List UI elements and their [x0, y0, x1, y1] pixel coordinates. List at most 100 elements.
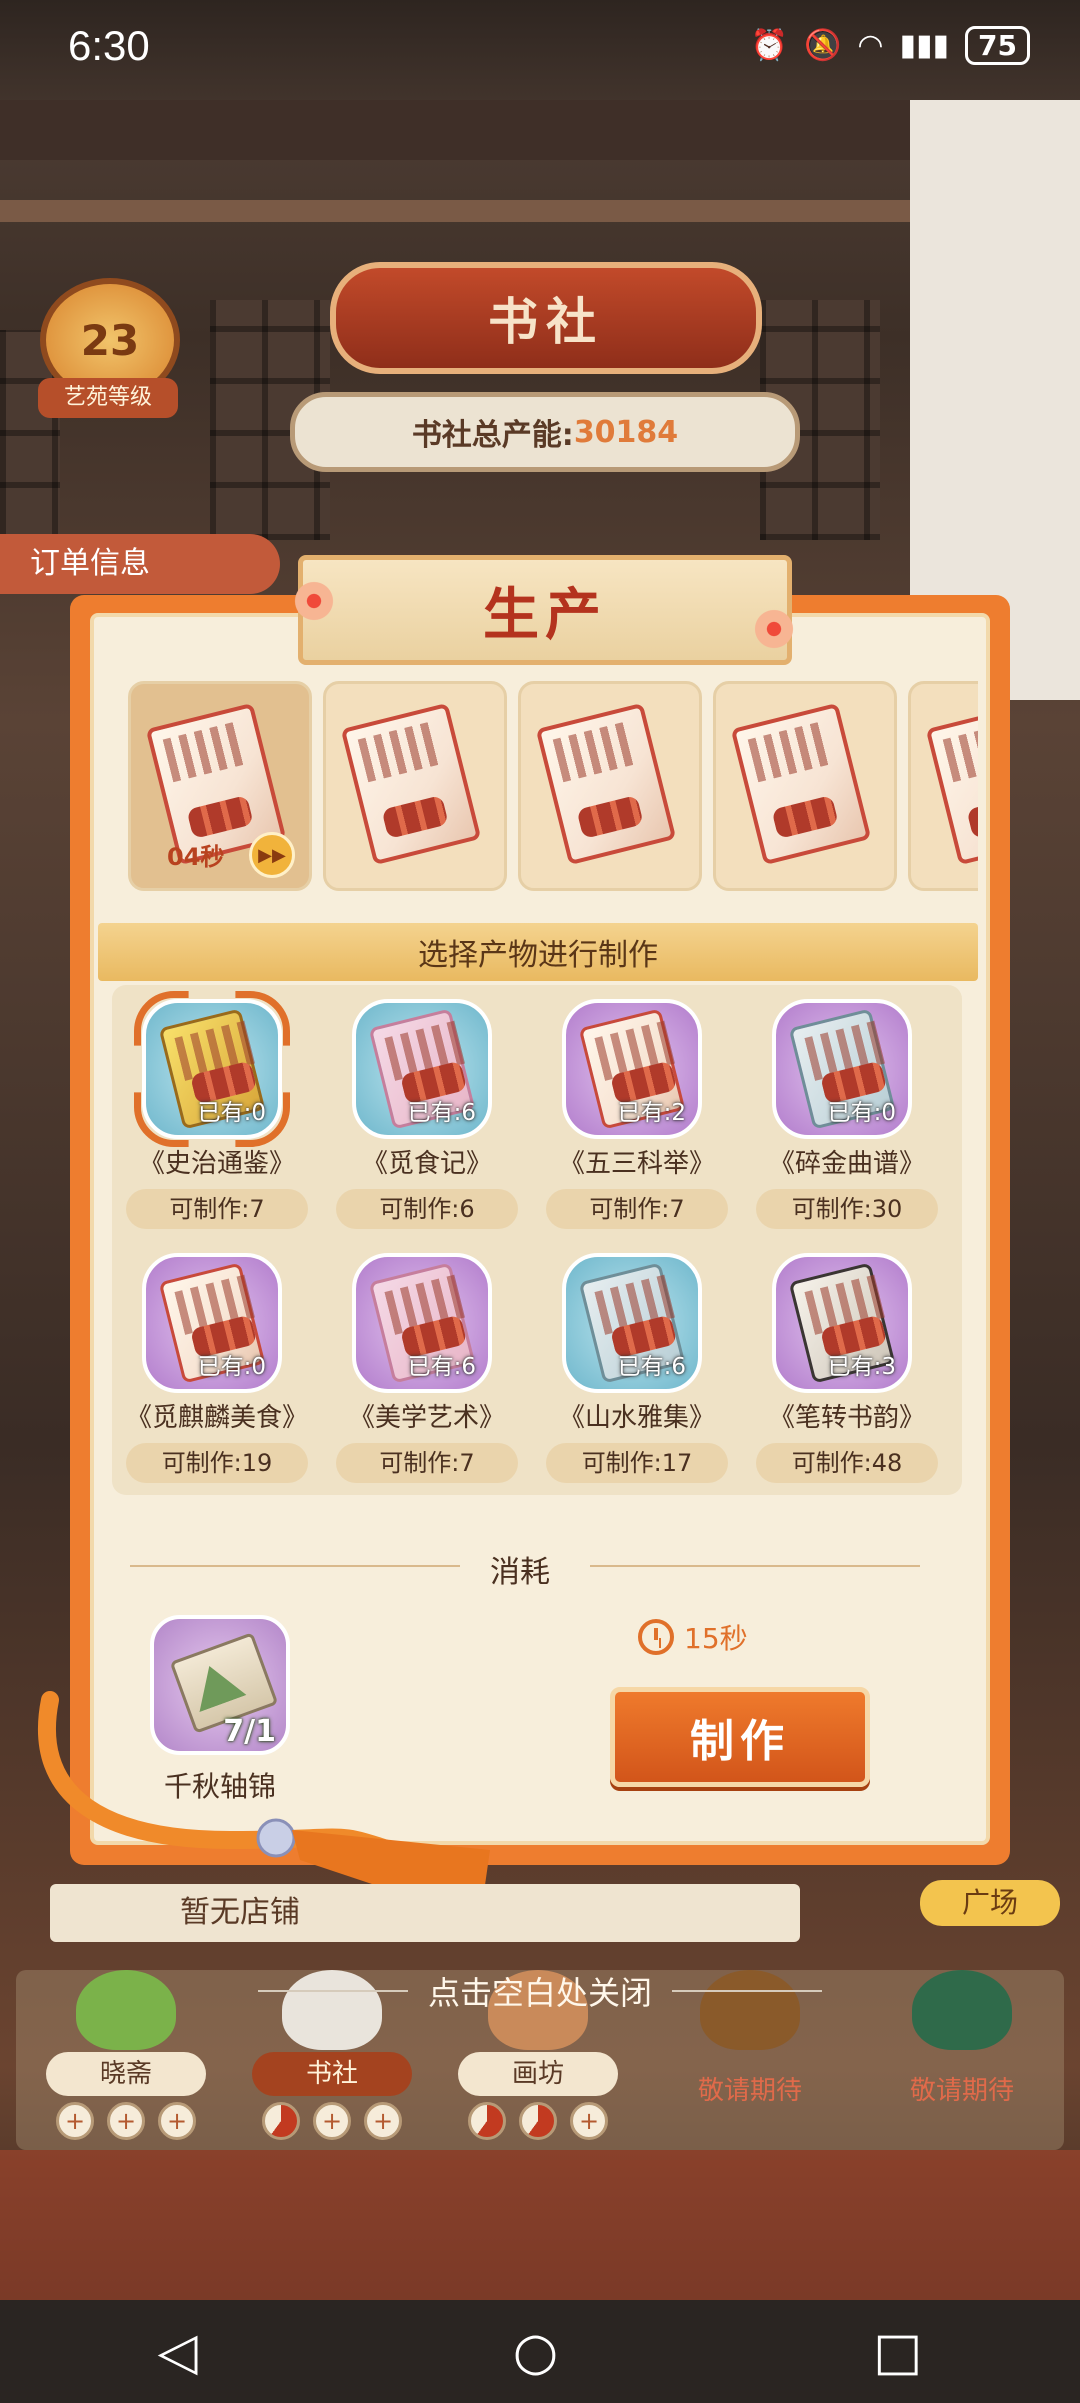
product-card[interactable]: 已有:3 《笔转书韵》 可制作:48 [742, 1245, 952, 1495]
makeable-count: 可制作:17 [546, 1443, 728, 1483]
production-queue: 04秒 ▶▶ [128, 671, 978, 891]
capacity-display: 书社总产能: 30184 [290, 392, 800, 472]
coming-soon-label: 敬请期待 [697, 2076, 802, 2106]
make-button[interactable]: 制作 [610, 1687, 870, 1787]
book-icon: 已有:6 [562, 1253, 702, 1393]
queue-slot[interactable] [323, 681, 507, 891]
product-name: 《五三科举》 [558, 1149, 715, 1179]
owned-count: 已有:2 [617, 1100, 686, 1126]
product-name: 《美学艺术》 [348, 1403, 505, 1433]
recents-icon[interactable]: □ [873, 2322, 922, 2382]
coming-soon-label: 敬请期待 [909, 2076, 1014, 2106]
level-badge[interactable]: 23 艺苑等级 [18, 278, 190, 428]
home-icon[interactable]: ○ [513, 2322, 558, 2382]
add-slot-icon[interactable]: + [313, 2102, 351, 2140]
product-card[interactable]: 已有:0 《碎金曲谱》 可制作:30 [742, 991, 952, 1241]
club-title: 书社 [330, 262, 762, 374]
add-slot-icon[interactable]: + [364, 2102, 402, 2140]
owned-count: 已有:0 [827, 1100, 896, 1126]
fast-forward-icon[interactable]: ▶▶ [249, 832, 295, 878]
product-name: 《碎金曲谱》 [768, 1149, 925, 1179]
dialog-title: 生产 [298, 555, 792, 665]
product-name: 《觅麒麟美食》 [125, 1403, 308, 1433]
building-slots: + + + [56, 2102, 196, 2140]
owned-count: 已有:6 [617, 1354, 686, 1380]
system-nav-bar: ◁ ○ □ [0, 2300, 1080, 2403]
product-card[interactable]: 已有:0 《史治通鉴》 可制作:7 [112, 991, 322, 1241]
book-icon: 已有:6 [352, 1253, 492, 1393]
building-name: 书社 [252, 2052, 412, 2096]
flower-ornament-icon [290, 577, 338, 625]
battery-icon: 75 [965, 26, 1030, 65]
consume-label: 消耗 [490, 1555, 550, 1590]
product-grid: 已有:0 《史治通鉴》 可制作:7 已有:6 《觅食记》 可制作:6 已有:2 … [112, 985, 962, 1495]
product-card[interactable]: 已有:2 《五三科举》 可制作:7 [532, 991, 742, 1241]
book-icon: 已有:0 [142, 999, 282, 1139]
capacity-value: 30184 [573, 414, 679, 450]
building-name: 晓斋 [46, 2052, 206, 2096]
owned-count: 已有:0 [197, 1100, 266, 1126]
status-bar: 6:30 ⏰ 🔕 ◠ ▮▮▮ 75 [0, 0, 1080, 100]
select-product-banner: 选择产物进行制作 [98, 923, 978, 981]
floor-carpet [0, 2150, 1080, 2300]
close-hint-text: 点击空白处关闭 [427, 1974, 652, 2012]
makeable-count: 可制作:7 [336, 1443, 518, 1483]
add-slot-icon[interactable]: + [158, 2102, 196, 2140]
queue-slot[interactable] [908, 681, 978, 891]
owned-count: 已有:0 [197, 1354, 266, 1380]
book-icon: 已有:0 [772, 999, 912, 1139]
bell-off-icon: 🔕 [803, 28, 842, 63]
level-label: 艺苑等级 [38, 378, 178, 418]
queue-slot[interactable] [518, 681, 702, 891]
building-name: 画坊 [458, 2052, 618, 2096]
add-slot-icon[interactable]: + [570, 2102, 608, 2140]
building-slots: + + [262, 2102, 402, 2140]
product-card[interactable]: 已有:0 《觅麒麟美食》 可制作:19 [112, 1245, 322, 1495]
production-dialog: 生产 04秒 ▶▶ 选择产物进行制作 已有:0 《史治通鉴》 可制作:7 已有:… [70, 555, 1010, 1865]
makeable-count: 可制作:7 [546, 1189, 728, 1229]
status-icons: ⏰ 🔕 ◠ ▮▮▮ 75 [751, 26, 1030, 65]
square-tag[interactable]: 广场 [920, 1880, 1060, 1926]
product-name: 《史治通鉴》 [138, 1149, 295, 1179]
queue-slot[interactable] [713, 681, 897, 891]
add-slot-icon[interactable]: + [107, 2102, 145, 2140]
book-icon: 已有:2 [562, 999, 702, 1139]
makeable-count: 可制作:48 [756, 1443, 938, 1483]
busy-slot-icon[interactable] [468, 2102, 506, 2140]
product-card[interactable]: 已有:6 《觅食记》 可制作:6 [322, 991, 532, 1241]
owned-count: 已有:6 [407, 1354, 476, 1380]
book-icon [730, 702, 872, 866]
queue-slot[interactable]: 04秒 ▶▶ [128, 681, 312, 891]
makeable-count: 可制作:6 [336, 1189, 518, 1229]
signal-4g-icon: ▮▮▮ [899, 28, 950, 63]
busy-slot-icon[interactable] [519, 2102, 557, 2140]
owned-count: 已有:3 [827, 1354, 896, 1380]
alarm-icon: ⏰ [750, 28, 788, 63]
divider [257, 1990, 408, 1992]
back-icon[interactable]: ◁ [158, 2322, 198, 2382]
capacity-label: 书社总产能: [411, 418, 574, 453]
clock-icon [638, 1619, 674, 1655]
makeable-count: 可制作:19 [126, 1443, 308, 1483]
product-name: 《觅食记》 [361, 1149, 492, 1179]
makeable-count: 可制作:30 [756, 1189, 938, 1229]
divider [590, 1565, 920, 1567]
book-icon [925, 702, 978, 866]
book-icon: 已有:6 [352, 999, 492, 1139]
book-icon [340, 702, 482, 866]
flower-ornament-icon [750, 605, 798, 653]
owned-count: 已有:6 [407, 1100, 476, 1126]
book-icon [535, 702, 677, 866]
status-time: 6:30 [68, 22, 150, 69]
wifi-icon: ◠ [857, 28, 884, 63]
building-slots: + [468, 2102, 608, 2140]
product-card[interactable]: 已有:6 《山水雅集》 可制作:17 [532, 1245, 742, 1495]
book-icon: 已有:3 [772, 1253, 912, 1393]
add-slot-icon[interactable]: + [56, 2102, 94, 2140]
close-hint[interactable]: 点击空白处关闭 [0, 1966, 1080, 2016]
product-card[interactable]: 已有:6 《美学艺术》 可制作:7 [322, 1245, 532, 1495]
queue-timer: 04秒 [167, 843, 225, 871]
shop-status: 暂无店铺 [50, 1884, 800, 1942]
product-name: 《笔转书韵》 [768, 1403, 925, 1433]
busy-slot-icon[interactable] [262, 2102, 300, 2140]
